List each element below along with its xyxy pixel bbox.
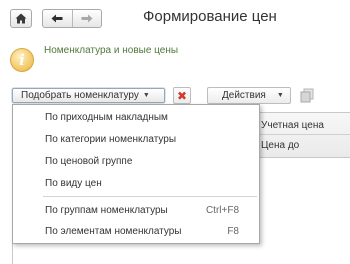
menu-item-by-receipts[interactable]: По приходным накладным (13, 107, 259, 127)
history-navigation (42, 9, 102, 28)
chevron-down-icon: ▼ (142, 92, 150, 99)
menu-item-label: По виду цен (45, 177, 102, 189)
home-button[interactable] (10, 9, 32, 28)
menu-item-shortcut: Ctrl+F8 (205, 204, 239, 216)
back-button[interactable] (43, 10, 72, 27)
copy-icon[interactable] (299, 88, 315, 103)
menu-item-label: По категории номенклатуры (45, 133, 177, 145)
select-items-label: Подобрать номенклатуру (21, 90, 139, 101)
menu-item-by-category[interactable]: По категории номенклатуры (13, 129, 259, 149)
delete-button[interactable]: ✖ (173, 87, 191, 104)
forward-button[interactable] (72, 10, 101, 27)
info-icon: i (10, 48, 34, 72)
select-items-dropdown-menu: По приходным накладным По категории номе… (12, 104, 260, 244)
actions-button[interactable]: Действия ▼ (207, 87, 291, 104)
select-items-button[interactable]: Подобрать номенклатуру ▼ (12, 88, 165, 103)
actions-label: Действия (222, 90, 266, 101)
chevron-down-icon: ▼ (276, 92, 284, 99)
menu-item-by-items[interactable]: По элементам номенклатуры F8 (13, 221, 259, 241)
menu-separator (43, 196, 257, 197)
delete-icon: ✖ (176, 88, 188, 103)
menu-item-by-price-type[interactable]: По виду цен (13, 173, 259, 193)
arrow-left-icon (51, 14, 63, 23)
column-header-price-before[interactable]: Цена до (261, 140, 299, 151)
menu-item-label: По приходным накладным (45, 111, 168, 123)
page-title: Формирование цен (143, 8, 277, 25)
arrow-right-icon (81, 14, 93, 23)
home-icon (15, 13, 27, 24)
menu-item-shortcut: F8 (227, 225, 239, 237)
menu-item-label: По ценовой группе (45, 155, 133, 167)
form-window: Формирование цен i Номенклатура и новые … (0, 0, 350, 264)
menu-item-label: По группам номенклатуры (45, 204, 168, 216)
info-text: Номенклатура и новые цены (44, 45, 179, 56)
menu-item-by-item-groups[interactable]: По группам номенклатуры Ctrl+F8 (13, 200, 259, 220)
header-divider (256, 134, 350, 135)
column-header-accounting-price[interactable]: Учетная цена (261, 120, 324, 131)
menu-item-by-price-group[interactable]: По ценовой группе (13, 151, 259, 171)
menu-item-label: По элементам номенклатуры (45, 225, 182, 237)
